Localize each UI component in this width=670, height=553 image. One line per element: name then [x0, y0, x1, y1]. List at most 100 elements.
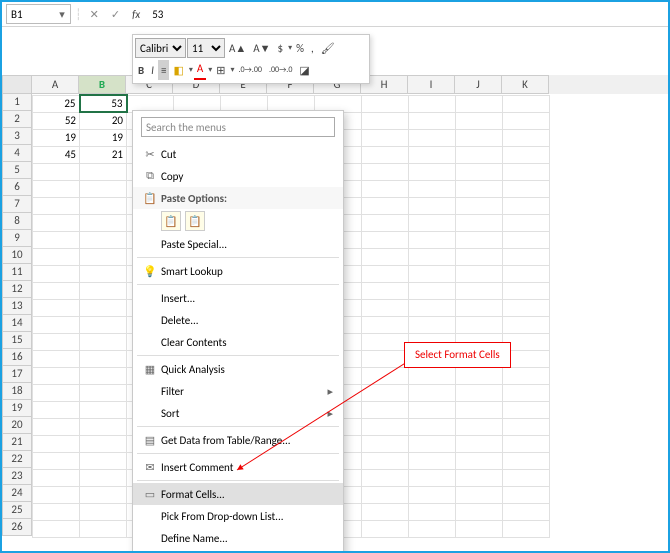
cell-J1[interactable]: [456, 95, 503, 112]
cell-B11[interactable]: [80, 265, 127, 282]
row-header-9[interactable]: 9: [2, 230, 32, 247]
cell-A22[interactable]: [33, 452, 80, 469]
cell-I13[interactable]: [409, 299, 456, 316]
column-header-A[interactable]: A: [32, 75, 79, 94]
cell-I2[interactable]: [409, 112, 456, 129]
cell-H3[interactable]: [362, 129, 409, 146]
currency-button[interactable]: $: [275, 38, 287, 58]
cell-I17[interactable]: [409, 367, 456, 384]
cell-J11[interactable]: [456, 265, 503, 282]
row-header-12[interactable]: 12: [2, 281, 32, 298]
align-center-button[interactable]: ≡: [158, 60, 169, 80]
cell-B14[interactable]: [80, 316, 127, 333]
bold-button[interactable]: B: [135, 60, 147, 80]
row-header-22[interactable]: 22: [2, 451, 32, 468]
font-name-select[interactable]: Calibri: [135, 38, 186, 58]
select-all-corner[interactable]: [2, 75, 32, 94]
cell-B6[interactable]: [80, 180, 127, 197]
row-header-21[interactable]: 21: [2, 434, 32, 451]
cell-I18[interactable]: [409, 384, 456, 401]
cell-I9[interactable]: [409, 231, 456, 248]
cell-A16[interactable]: [33, 350, 80, 367]
grow-font-button[interactable]: A▲: [226, 38, 249, 58]
row-header-7[interactable]: 7: [2, 196, 32, 213]
cell-J10[interactable]: [456, 248, 503, 265]
cell-A26[interactable]: [33, 520, 80, 537]
formula-value[interactable]: 53: [148, 8, 167, 21]
cell-H14[interactable]: [362, 316, 409, 333]
cell-I4[interactable]: [409, 146, 456, 163]
cell-I11[interactable]: [409, 265, 456, 282]
increase-decimal-button[interactable]: .0→.00: [235, 60, 264, 80]
grid[interactable]: 255352201419194521: [32, 94, 668, 551]
menu-delete[interactable]: Delete...: [133, 309, 343, 331]
menu-get-data[interactable]: ▤Get Data from Table/Range...: [133, 429, 343, 451]
cell-A1[interactable]: 25: [33, 95, 80, 112]
cell-K19[interactable]: [503, 401, 550, 418]
chevron-down-icon[interactable]: ▾: [288, 43, 292, 53]
cell-K20[interactable]: [503, 418, 550, 435]
cell-B18[interactable]: [80, 384, 127, 401]
column-header-J[interactable]: J: [455, 75, 502, 94]
cell-B9[interactable]: [80, 231, 127, 248]
cell-B13[interactable]: [80, 299, 127, 316]
menu-insert[interactable]: Insert...: [133, 287, 343, 309]
cell-B4[interactable]: 21: [80, 146, 127, 163]
cell-A19[interactable]: [33, 401, 80, 418]
cancel-icon[interactable]: ✕: [86, 8, 103, 21]
cell-I5[interactable]: [409, 163, 456, 180]
menu-link[interactable]: 🔗Link: [133, 549, 343, 553]
cell-H8[interactable]: [362, 214, 409, 231]
cell-K13[interactable]: [503, 299, 550, 316]
row-header-1[interactable]: 1: [2, 94, 32, 111]
cell-A18[interactable]: [33, 384, 80, 401]
cell-B23[interactable]: [80, 469, 127, 486]
cell-K25[interactable]: [503, 503, 550, 520]
cell-H22[interactable]: [362, 452, 409, 469]
italic-button[interactable]: I: [148, 60, 157, 80]
cell-K22[interactable]: [503, 452, 550, 469]
row-header-3[interactable]: 3: [2, 128, 32, 145]
cell-A9[interactable]: [33, 231, 80, 248]
column-header-B[interactable]: B: [79, 75, 126, 94]
cell-I21[interactable]: [409, 435, 456, 452]
cell-K1[interactable]: [503, 95, 550, 112]
chevron-down-icon[interactable]: ▾: [189, 65, 193, 75]
fx-icon[interactable]: fx: [128, 8, 144, 21]
cell-H24[interactable]: [362, 486, 409, 503]
comma-button[interactable]: ,: [308, 38, 317, 58]
cell-H19[interactable]: [362, 401, 409, 418]
cell-H5[interactable]: [362, 163, 409, 180]
percent-button[interactable]: %: [293, 38, 307, 58]
cell-A5[interactable]: [33, 163, 80, 180]
row-header-10[interactable]: 10: [2, 247, 32, 264]
cell-H21[interactable]: [362, 435, 409, 452]
cell-A11[interactable]: [33, 265, 80, 282]
cell-H10[interactable]: [362, 248, 409, 265]
cell-K6[interactable]: [503, 180, 550, 197]
cell-B2[interactable]: 20: [80, 112, 127, 129]
row-header-14[interactable]: 14: [2, 315, 32, 332]
cell-J20[interactable]: [456, 418, 503, 435]
column-header-K[interactable]: K: [502, 75, 549, 94]
cell-I7[interactable]: [409, 197, 456, 214]
cell-J19[interactable]: [456, 401, 503, 418]
cell-I22[interactable]: [409, 452, 456, 469]
cell-B8[interactable]: [80, 214, 127, 231]
cell-I19[interactable]: [409, 401, 456, 418]
cell-H17[interactable]: [362, 367, 409, 384]
cell-J14[interactable]: [456, 316, 503, 333]
row-header-26[interactable]: 26: [2, 519, 32, 536]
column-header-I[interactable]: I: [408, 75, 455, 94]
row-header-19[interactable]: 19: [2, 400, 32, 417]
cell-I26[interactable]: [409, 520, 456, 537]
menu-search-input[interactable]: Search the menus: [141, 117, 335, 137]
cell-I1[interactable]: [409, 95, 456, 112]
row-header-25[interactable]: 25: [2, 502, 32, 519]
cell-K26[interactable]: [503, 520, 550, 537]
cell-A12[interactable]: [33, 282, 80, 299]
menu-filter[interactable]: Filter▸: [133, 380, 343, 402]
cell-J22[interactable]: [456, 452, 503, 469]
cell-I25[interactable]: [409, 503, 456, 520]
row-header-6[interactable]: 6: [2, 179, 32, 196]
